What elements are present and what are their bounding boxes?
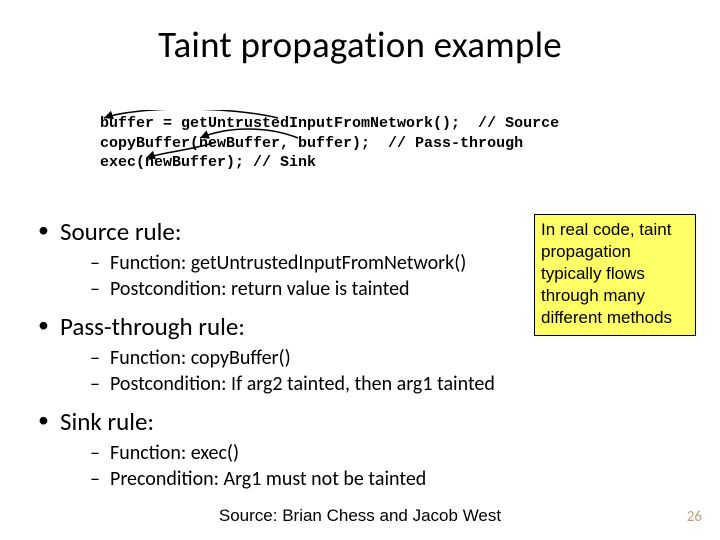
passthrough-rule-postcondition: Postcondition: If arg2 tainted, then arg… [90,372,674,396]
page-number: 26 [687,508,702,526]
code-example: buffer = getUntrustedInputFromNetwork();… [100,114,559,173]
sink-rule-heading: Sink rule: [60,406,154,437]
passthrough-rule-function: Function: copyBuffer() [90,346,674,370]
slide: Taint propagation example buffer = getUn… [0,0,720,540]
slide-title: Taint propagation example [0,0,720,67]
code-line-1: buffer = getUntrustedInputFromNetwork();… [100,115,559,132]
source-credit: Source: Brian Chess and Jacob West [0,506,720,526]
passthrough-rule-heading: Pass-through rule: [60,311,245,342]
sink-rule-precondition: Precondition: Arg1 must not be tainted [90,467,674,491]
source-rule-heading: Source rule: [60,216,182,247]
sink-rule-function: Function: exec() [90,441,674,465]
code-line-2: copyBuffer(newBuffer, buffer); // Pass-t… [100,135,523,152]
sink-rule: Sink rule: Function: exec() Precondition… [34,406,674,491]
code-line-3: exec(newBuffer); // Sink [100,154,316,171]
callout-note: In real code, taint propagation typicall… [534,214,696,336]
